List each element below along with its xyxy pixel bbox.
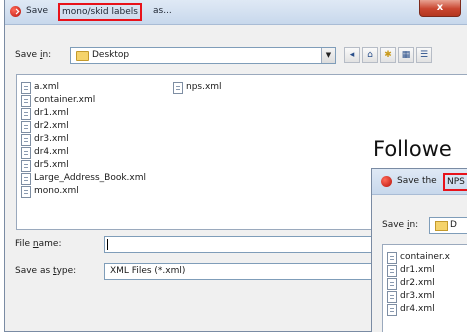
file-icon (21, 186, 31, 198)
back-button[interactable]: ◂ (344, 47, 360, 63)
close-button[interactable]: x (419, 0, 461, 17)
file-icon (21, 95, 31, 107)
folder-icon (76, 51, 89, 61)
list-view-icon: ☰ (419, 50, 429, 60)
new-folder-icon: ✱ (384, 50, 392, 60)
file-icon (173, 82, 183, 94)
text-caret (107, 239, 108, 250)
file-name-label: File name: (15, 239, 62, 249)
file-icon (387, 304, 397, 316)
home-icon: ⌂ (367, 50, 373, 60)
file-icon (387, 278, 397, 290)
save-in-label: Save in: (15, 50, 52, 60)
overlay-save-dialog: Save the NPS Save in: D container.x dr1.… (371, 168, 467, 332)
app-icon (381, 176, 392, 187)
save-as-type-value: XML Files (*.xml) (110, 266, 186, 276)
save-in-value: Desktop (92, 50, 130, 60)
up-folder-button[interactable]: ⌂ (362, 47, 378, 63)
grid-view-icon: ▦ (401, 50, 411, 60)
save-as-type-label: Save as type: (15, 266, 77, 276)
file-icon (21, 173, 31, 185)
file-icon (21, 121, 31, 133)
file-name-input[interactable] (104, 236, 376, 253)
back-icon: ◂ (349, 50, 355, 60)
view-details-button[interactable]: ☰ (416, 47, 432, 63)
file-icon (21, 108, 31, 120)
view-icons-button[interactable]: ▦ (398, 47, 414, 63)
overlay-caption: Followe (373, 137, 452, 161)
title-highlight: mono/skid labels (58, 3, 142, 21)
app-icon (10, 6, 21, 17)
file-icon (387, 265, 397, 277)
overlay-title-prefix: Save the (397, 176, 437, 186)
file-icon (21, 160, 31, 172)
file-icon (21, 82, 31, 94)
overlay-save-in-dropdown[interactable]: D (429, 217, 467, 234)
chevron-down-icon[interactable]: ▼ (321, 48, 335, 63)
file-icon (387, 252, 397, 264)
file-icon (387, 291, 397, 303)
new-folder-button[interactable]: ✱ (380, 47, 396, 63)
save-in-dropdown[interactable]: Desktop ▼ (70, 47, 336, 64)
overlay-save-in-label: Save in: (382, 220, 419, 230)
folder-icon (435, 221, 448, 231)
overlay-file-list: container.x dr1.xml dr2.xml dr3.xml dr4.… (382, 244, 467, 332)
overlay-title-bar: Save the NPS (372, 169, 467, 195)
file-icon (21, 134, 31, 146)
title-prefix: Save (26, 6, 49, 16)
save-as-type-dropdown[interactable]: XML Files (*.xml) (104, 263, 376, 280)
title-suffix: as... (153, 6, 172, 16)
title-bar: Save mono/skid labels as... x (5, 0, 467, 25)
overlay-title-highlight: NPS (443, 173, 467, 191)
file-icon (21, 147, 31, 159)
